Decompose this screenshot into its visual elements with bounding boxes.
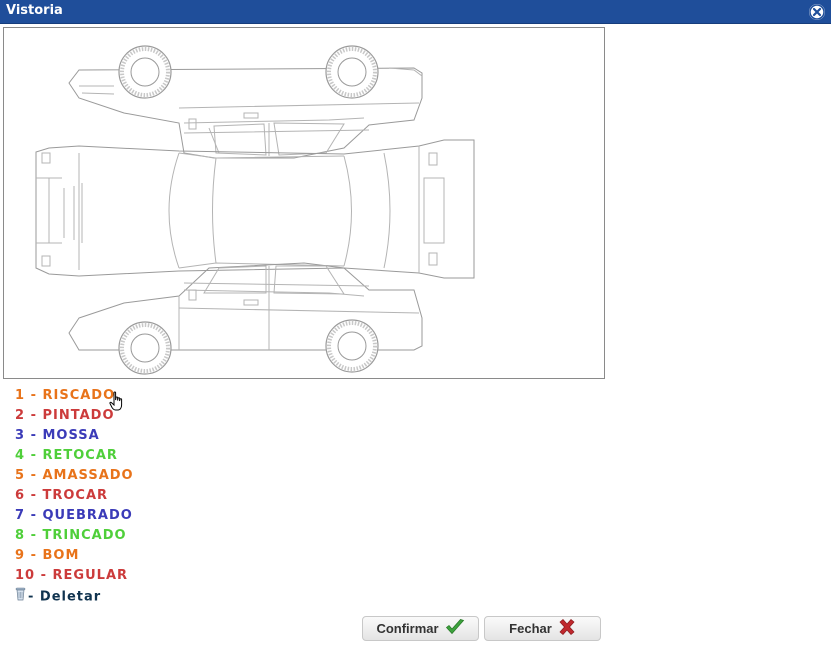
x-icon <box>558 618 576 639</box>
confirm-button[interactable]: Confirmar <box>362 616 479 641</box>
check-icon <box>445 618 465 639</box>
damage-legend: 1 - RISCADO 2 - PINTADO 3 - MOSSA 4 - RE… <box>15 387 134 607</box>
window-titlebar: Vistoria <box>0 0 831 24</box>
legend-mossa[interactable]: 3 - MOSSA <box>15 427 134 447</box>
car-top-view[interactable] <box>35 139 475 279</box>
window-title: Vistoria <box>6 3 63 18</box>
hand-cursor-icon <box>109 391 125 417</box>
legend-bom[interactable]: 9 - BOM <box>15 547 134 567</box>
car-side-view-bottom[interactable] <box>68 262 423 375</box>
legend-deletar[interactable]: - Deletar <box>15 587 134 607</box>
legend-trocar[interactable]: 6 - TROCAR <box>15 487 134 507</box>
legend-trincado[interactable]: 8 - TRINCADO <box>15 527 134 547</box>
car-side-view-top[interactable] <box>68 45 423 159</box>
close-button[interactable]: Fechar <box>484 616 601 641</box>
close-icon[interactable] <box>809 4 825 20</box>
trash-icon <box>15 587 26 607</box>
legend-retocar[interactable]: 4 - RETOCAR <box>15 447 134 467</box>
legend-quebrado[interactable]: 7 - QUEBRADO <box>15 507 134 527</box>
car-inspection-diagram[interactable] <box>3 27 605 379</box>
legend-amassado[interactable]: 5 - AMASSADO <box>15 467 134 487</box>
legend-regular[interactable]: 10 - REGULAR <box>15 567 134 587</box>
